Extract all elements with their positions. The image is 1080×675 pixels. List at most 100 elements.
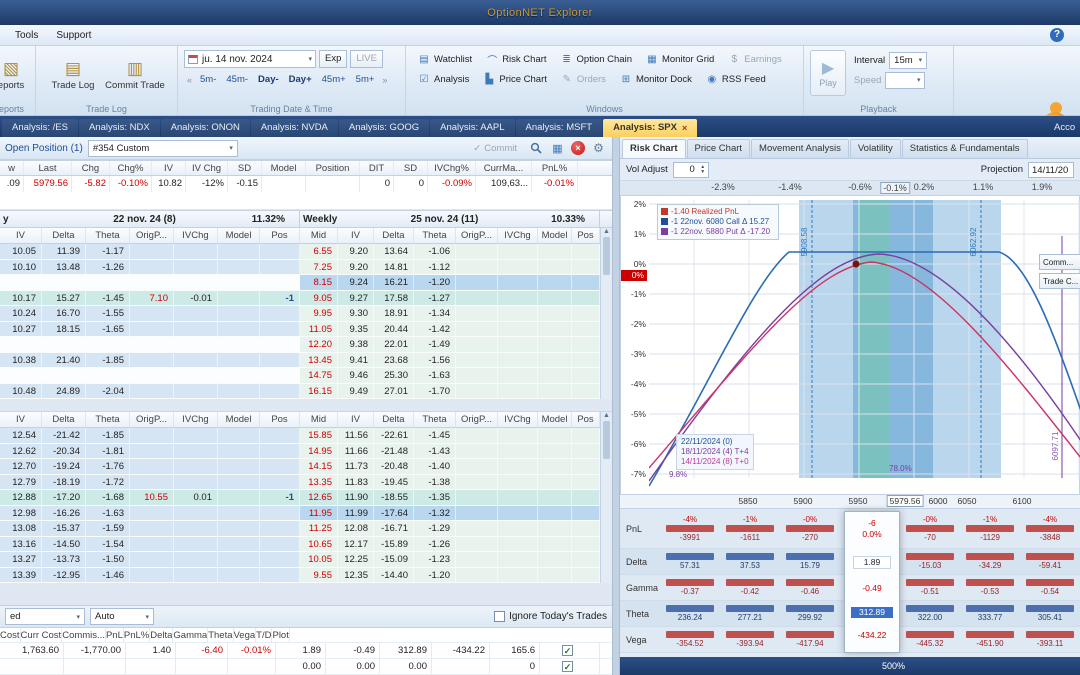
option-chain-row[interactable]: 12.62 -20.34 -1.81 14.95 11.66 -21.48 -1.43 xyxy=(0,443,612,459)
window-toggle-button[interactable]: ✎ Orders xyxy=(555,72,612,87)
option-chain-row[interactable]: 12.88 -17.20 -1.68 10.55 0.01 -1 12.65 11.9… xyxy=(0,490,612,506)
tab-overflow[interactable]: Acco xyxy=(1054,119,1080,137)
expiration-header[interactable]: y 22 nov. 24 (8) 11.32% Weekly 25 nov. 2… xyxy=(0,210,612,228)
position-select[interactable]: #354 Custom ▾ xyxy=(87,139,238,157)
column-header[interactable]: IV xyxy=(0,228,42,243)
column-header[interactable]: PnL% xyxy=(532,161,578,175)
risk-panel-tab[interactable]: Movement Analysis xyxy=(751,139,849,158)
scrollbar-puts[interactable]: ▲ xyxy=(600,412,612,583)
column-header[interactable]: IVChg xyxy=(498,412,538,427)
column-header[interactable]: Delta xyxy=(374,412,414,427)
percent-label[interactable]: -2.3% xyxy=(711,182,735,192)
reports-button[interactable]: ▧ eports xyxy=(0,50,35,100)
time-step-button[interactable]: 5m+ xyxy=(351,73,380,86)
column-header[interactable]: IV xyxy=(338,412,374,427)
percent-label[interactable]: -0.1% xyxy=(880,182,910,194)
option-chain-row[interactable]: 12.98 -16.26 -1.63 11.95 11.99 -17.64 -1.32 xyxy=(0,505,612,521)
column-header[interactable]: Pos xyxy=(260,228,300,243)
option-chain-row[interactable]: 8.15 9.24 16.21 -1.20 xyxy=(0,275,612,291)
side-button[interactable]: Comm... xyxy=(1039,254,1080,270)
summary-row[interactable]: 0.00 0.00 0.00 0 ✓ xyxy=(0,659,612,675)
column-header[interactable]: w xyxy=(0,161,24,175)
column-header[interactable]: Delta xyxy=(150,628,174,642)
column-header[interactable]: IVChg xyxy=(498,228,538,243)
column-header[interactable]: Position xyxy=(306,161,360,175)
column-header[interactable]: Pos xyxy=(260,412,300,427)
column-header[interactable]: IVChg xyxy=(174,412,218,427)
column-header[interactable]: SD xyxy=(228,161,262,175)
column-header[interactable]: OrigP... xyxy=(130,412,174,427)
window-toggle-button[interactable]: ☑ Analysis xyxy=(412,72,475,87)
option-chain-row[interactable]: 10.48 24.89 -2.04 16.15 9.49 27.01 -1.70 xyxy=(0,383,612,399)
column-header[interactable]: OrigP... xyxy=(130,228,174,243)
trading-date-input[interactable]: ju. 14 nov. 2024 ▾ xyxy=(184,50,316,68)
risk-panel-tab[interactable]: Volatility xyxy=(849,139,901,158)
percent-label[interactable]: 0.2% xyxy=(914,182,935,192)
column-header[interactable]: Model xyxy=(538,228,572,243)
option-chain-row[interactable]: 14.75 9.46 25.30 -1.63 xyxy=(0,368,612,384)
panel-splitter[interactable] xyxy=(612,137,620,675)
column-header[interactable]: Chg xyxy=(72,161,110,175)
analysis-tab[interactable]: Analysis: NDX × xyxy=(78,119,160,137)
option-chain-row[interactable]: 10.17 15.27 -1.45 7.10 -0.01 -1 9.05 9.27 1… xyxy=(0,290,612,306)
column-header[interactable]: Pos xyxy=(572,412,600,427)
column-header[interactable]: IV Chg xyxy=(186,161,228,175)
column-header[interactable]: IV xyxy=(152,161,186,175)
risk-panel-tab[interactable]: Price Chart xyxy=(686,139,751,158)
column-header[interactable]: Gamma xyxy=(173,628,209,642)
grid-view-icon[interactable]: ▦ xyxy=(549,140,566,157)
remove-position-icon[interactable]: × xyxy=(571,141,585,155)
vol-adjust-stepper[interactable]: 0 ▲ ▼ xyxy=(672,161,709,178)
column-header[interactable]: Delta xyxy=(42,228,86,243)
ignore-trades-checkbox[interactable] xyxy=(494,611,506,622)
speed-select[interactable]: ▾ xyxy=(885,71,926,89)
option-chain-row[interactable]: 12.20 9.38 22.01 -1.49 xyxy=(0,337,612,353)
stepper-arrows-icon[interactable]: ▲ ▼ xyxy=(698,164,708,175)
column-header[interactable]: Plot xyxy=(272,628,290,642)
mode-select[interactable]: Auto ▾ xyxy=(90,608,154,625)
column-header[interactable]: Theta xyxy=(414,228,456,243)
window-toggle-button[interactable]: ⊞ Monitor Dock xyxy=(614,72,698,87)
menu-item[interactable]: Tools xyxy=(6,28,47,43)
option-chain-row[interactable]: 13.27 -13.73 -1.50 10.05 12.25 -15.09 -1.23 xyxy=(0,552,612,568)
column-header[interactable]: Theta xyxy=(414,412,456,427)
window-toggle-button[interactable]: ▦ Monitor Grid xyxy=(640,50,720,69)
live-button[interactable]: LIVE xyxy=(350,50,383,68)
percent-label[interactable]: 1.9% xyxy=(1032,182,1053,192)
analysis-tab[interactable]: Analysis: GOOG × xyxy=(338,119,430,137)
plot-checkbox[interactable]: ✓ xyxy=(562,645,573,656)
column-header[interactable]: Cost xyxy=(0,628,21,642)
trades-view-select[interactable]: ed ▾ xyxy=(5,608,85,625)
column-header[interactable]: Mid xyxy=(300,228,338,243)
column-header[interactable]: Model xyxy=(218,228,260,243)
column-header[interactable]: SD xyxy=(394,161,428,175)
interval-select[interactable]: 15m ▾ xyxy=(889,51,928,69)
time-step-button[interactable]: Day- xyxy=(253,73,284,86)
window-toggle-button[interactable]: ▤ Watchlist xyxy=(412,50,478,69)
column-header[interactable]: Mid xyxy=(300,412,338,427)
window-toggle-button[interactable]: ▙ Price Chart xyxy=(477,72,553,87)
settings-gear-icon[interactable]: ⚙ xyxy=(590,140,607,157)
column-header[interactable]: T/D xyxy=(256,628,273,642)
column-header[interactable]: OrigP... xyxy=(456,412,498,427)
option-chain-row[interactable]: 13.08 -15.37 -1.59 11.25 12.08 -16.71 -1.29 xyxy=(0,521,612,537)
option-chain-row[interactable]: 10.38 21.40 -1.85 13.45 9.41 23.68 -1.56 xyxy=(0,352,612,368)
window-toggle-button[interactable]: $ Earnings xyxy=(722,50,788,69)
step-forward-icon[interactable]: » xyxy=(379,75,390,85)
analysis-tab[interactable]: Analysis: /ES × xyxy=(2,119,78,137)
option-chain-row[interactable]: 10.24 16.70 -1.55 9.95 9.30 18.91 -1.34 xyxy=(0,306,612,322)
exp-button[interactable]: Exp xyxy=(319,50,348,68)
column-header[interactable]: OrigP... xyxy=(456,228,498,243)
column-header[interactable]: Delta xyxy=(42,412,86,427)
analysis-tab[interactable]: Analysis: AAPL × xyxy=(430,119,515,137)
column-header[interactable]: DIT xyxy=(360,161,394,175)
option-chain-row[interactable]: 13.39 -12.95 -1.46 9.55 12.35 -14.40 -1.20 xyxy=(0,567,612,583)
analysis-tab[interactable]: Analysis: MSFT × xyxy=(515,119,603,137)
plot-checkbox[interactable]: ✓ xyxy=(562,661,573,672)
option-chain-row[interactable]: 13.16 -14.50 -1.54 10.65 12.17 -15.89 -1.26 xyxy=(0,536,612,552)
search-icon[interactable] xyxy=(527,140,544,157)
close-icon[interactable]: × xyxy=(682,119,687,137)
play-button[interactable]: ▶ Play xyxy=(810,50,846,96)
column-header[interactable]: Delta xyxy=(374,228,414,243)
percent-label[interactable]: -1.4% xyxy=(778,182,802,192)
